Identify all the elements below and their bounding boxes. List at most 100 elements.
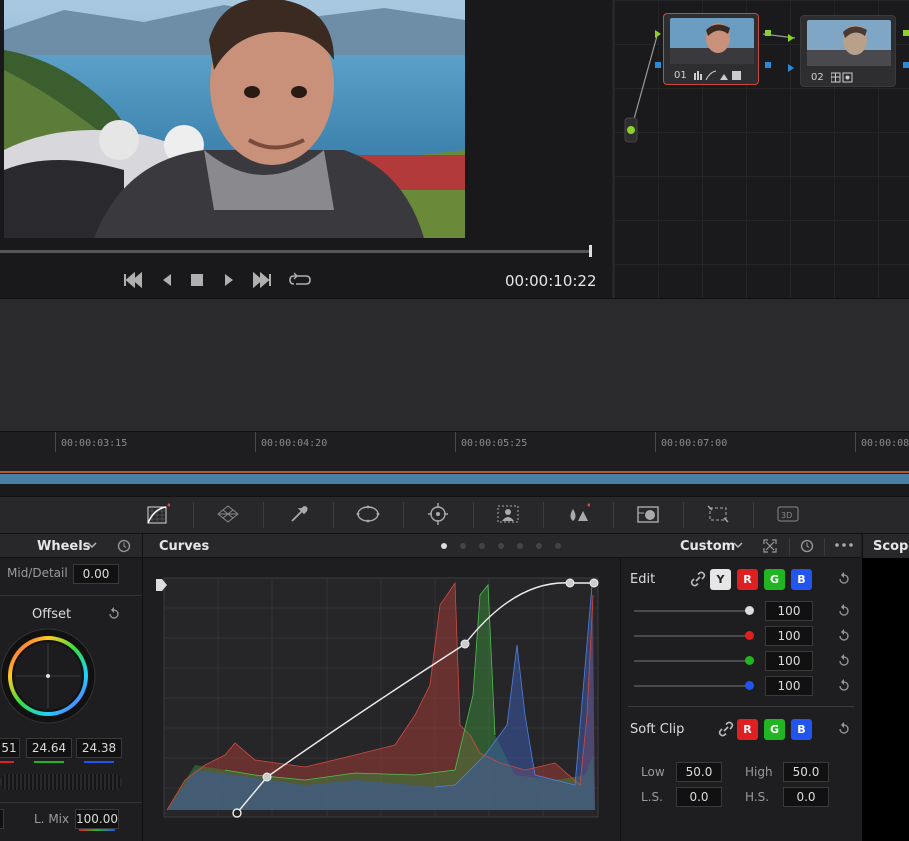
reset-icon[interactable]: [836, 603, 852, 619]
color-warper-icon[interactable]: [216, 503, 240, 525]
playhead[interactable]: [589, 245, 592, 257]
skip-to-end-icon[interactable]: [251, 272, 273, 288]
play-icon[interactable]: [222, 272, 236, 288]
stop-icon[interactable]: [190, 272, 204, 288]
separator: [193, 502, 194, 528]
high-field[interactable]: 50.0: [783, 762, 829, 782]
divider: [628, 706, 854, 707]
tick-label: 00:00:07:00: [661, 438, 728, 449]
sizing-icon[interactable]: [706, 503, 730, 525]
node-thumbnail: [670, 18, 754, 64]
node-label: 02: [811, 72, 824, 83]
reset-icon[interactable]: [836, 653, 852, 669]
key-icon[interactable]: [636, 503, 660, 525]
timeline-clip-bar[interactable]: [0, 474, 909, 484]
offset-color-wheel[interactable]: [0, 628, 96, 724]
mid-detail-field[interactable]: 0.00: [73, 564, 119, 584]
node-tools-icon: [831, 72, 853, 83]
hs-field[interactable]: 0.0: [783, 787, 829, 807]
softclip-r-button[interactable]: R: [737, 719, 758, 740]
clip-area: [0, 298, 909, 431]
scrub-bar[interactable]: [0, 250, 592, 253]
green-indicator: [34, 761, 64, 763]
reset-icon[interactable]: [106, 606, 122, 622]
tick-label: 00:00:03:15: [61, 438, 128, 449]
channel-r-button[interactable]: R: [737, 569, 758, 590]
low-field[interactable]: 50.0: [676, 762, 722, 782]
curves-preset-dropdown[interactable]: Custom: [680, 539, 735, 554]
channel-g-button[interactable]: G: [764, 569, 785, 590]
tracker-icon[interactable]: [426, 503, 450, 525]
softclip-b-button[interactable]: B: [791, 719, 812, 740]
y-intensity-slider[interactable]: [634, 610, 750, 612]
tick-mark: [255, 432, 256, 452]
hidden-field[interactable]: [0, 809, 4, 829]
curves-title: Curves: [159, 539, 210, 554]
slider-knob[interactable]: [745, 656, 754, 665]
loop-icon[interactable]: [288, 272, 312, 288]
red-indicator: [0, 761, 14, 763]
channel-b-button[interactable]: B: [791, 569, 812, 590]
master-wheel-slider[interactable]: [0, 774, 122, 790]
channel-y-button[interactable]: Y: [710, 569, 731, 590]
g-intensity-field[interactable]: 100: [765, 651, 813, 671]
reset-icon[interactable]: [799, 538, 815, 554]
b-intensity-field[interactable]: 100: [765, 676, 813, 696]
ls-field[interactable]: 0.0: [676, 787, 722, 807]
magic-mask-icon[interactable]: [496, 503, 520, 525]
lmix-label: L. Mix: [34, 812, 70, 826]
tick-label: 00:00:04:20: [261, 438, 328, 449]
y-intensity-field[interactable]: 100: [765, 601, 813, 621]
blue-indicator: [84, 761, 114, 763]
slider-knob[interactable]: [745, 681, 754, 690]
reset-icon[interactable]: [116, 538, 132, 554]
reset-icon[interactable]: [836, 571, 852, 587]
wheels-mode-dropdown[interactable]: Wheels: [37, 539, 90, 554]
r-intensity-slider[interactable]: [634, 635, 750, 637]
link-icon[interactable]: [718, 721, 734, 737]
more-options-icon[interactable]: [834, 540, 854, 550]
node-01[interactable]: 01: [663, 13, 759, 85]
offset-green-field[interactable]: 24.64: [26, 738, 72, 758]
link-icon[interactable]: [690, 571, 706, 587]
tick-label: 00:00:08:0: [861, 438, 909, 449]
chevron-down-icon[interactable]: [87, 541, 97, 549]
reset-icon[interactable]: [836, 721, 852, 737]
separator: [613, 502, 614, 528]
r-intensity-field[interactable]: 100: [765, 626, 813, 646]
skip-to-start-icon[interactable]: [122, 272, 144, 288]
blur-icon[interactable]: [566, 503, 590, 525]
3d-icon[interactable]: 3D: [776, 503, 800, 525]
slider-knob[interactable]: [745, 631, 754, 640]
slider-knob[interactable]: [745, 606, 754, 615]
qualifier-eyedropper-icon[interactable]: [286, 503, 310, 525]
divider: [142, 534, 143, 841]
separator: [753, 502, 754, 528]
separator: [789, 538, 790, 556]
separator: [473, 502, 474, 528]
high-label: High: [745, 765, 773, 779]
divider: [0, 595, 142, 596]
g-intensity-slider[interactable]: [634, 660, 750, 662]
curves-graph[interactable]: [155, 575, 602, 820]
separator: [543, 502, 544, 528]
chevron-down-icon[interactable]: [733, 541, 743, 549]
expand-icon[interactable]: [762, 538, 778, 554]
curve-page-dots[interactable]: [440, 542, 565, 550]
b-intensity-slider[interactable]: [634, 685, 750, 687]
offset-red-field[interactable]: 51: [0, 738, 20, 758]
reset-icon[interactable]: [836, 678, 852, 694]
offset-blue-field[interactable]: 24.38: [76, 738, 122, 758]
lmix-field[interactable]: 100.00: [75, 809, 119, 829]
timeline-track: [0, 484, 909, 496]
curves-icon[interactable]: [146, 503, 170, 525]
reset-icon[interactable]: [836, 628, 852, 644]
timecode: 00:00:10:22: [505, 272, 597, 290]
separator: [824, 538, 825, 556]
play-reverse-icon[interactable]: [160, 272, 174, 288]
tick-mark: [455, 432, 456, 452]
node-02[interactable]: 02: [800, 15, 896, 87]
window-icon[interactable]: [356, 503, 380, 525]
lmix-indicator: [79, 829, 115, 831]
softclip-g-button[interactable]: G: [764, 719, 785, 740]
